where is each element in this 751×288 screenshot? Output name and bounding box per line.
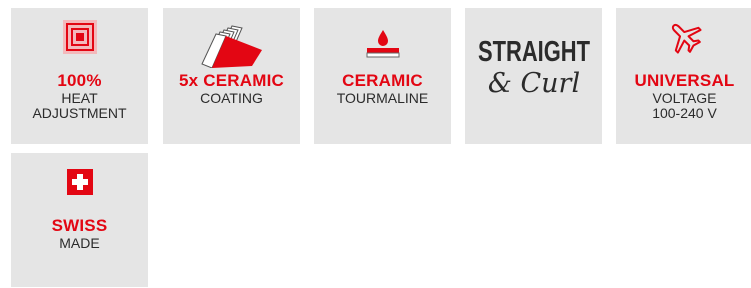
feature-title: 5x CERAMIC xyxy=(179,71,284,90)
feature-subtitle: VOLTAGE 100-240 V xyxy=(652,90,717,121)
feature-subtitle: COATING xyxy=(200,90,263,106)
feature-title: UNIVERSAL xyxy=(634,71,735,90)
feature-tile-tourmaline: CERAMIC TOURMALINE xyxy=(314,8,451,144)
feature-title: CERAMIC xyxy=(342,71,423,90)
logo-curl-text: & Curl xyxy=(487,68,579,99)
ceramic-layers-icon xyxy=(200,25,262,68)
swiss-flag-icon xyxy=(66,169,93,195)
feature-grid: 100% HEAT ADJUSTMENT 5x CERAMIC COATING … xyxy=(0,0,751,288)
feature-title: 100% xyxy=(57,71,102,90)
straight-curl-logo: STRAIGHT & Curl xyxy=(478,36,590,99)
feature-tile-heat: 100% HEAT ADJUSTMENT xyxy=(11,8,148,144)
tourmaline-drop-icon xyxy=(366,30,399,58)
feature-title: SWISS xyxy=(51,216,108,235)
feature-tile-straight-curl: STRAIGHT & Curl xyxy=(465,8,602,144)
feature-subtitle: TOURMALINE xyxy=(336,90,429,106)
feature-tile-universal-voltage: UNIVERSAL VOLTAGE 100-240 V xyxy=(616,8,751,144)
feature-tile-ceramic-coating: 5x CERAMIC COATING xyxy=(163,8,300,144)
feature-subtitle: MADE xyxy=(59,235,100,251)
feature-subtitle: HEAT ADJUSTMENT xyxy=(32,90,127,121)
feature-tile-swiss-made: SWISS MADE xyxy=(11,153,148,287)
airplane-icon xyxy=(671,23,702,54)
logo-straight-text: STRAIGHT xyxy=(478,36,590,68)
heat-squares-icon xyxy=(62,20,97,54)
